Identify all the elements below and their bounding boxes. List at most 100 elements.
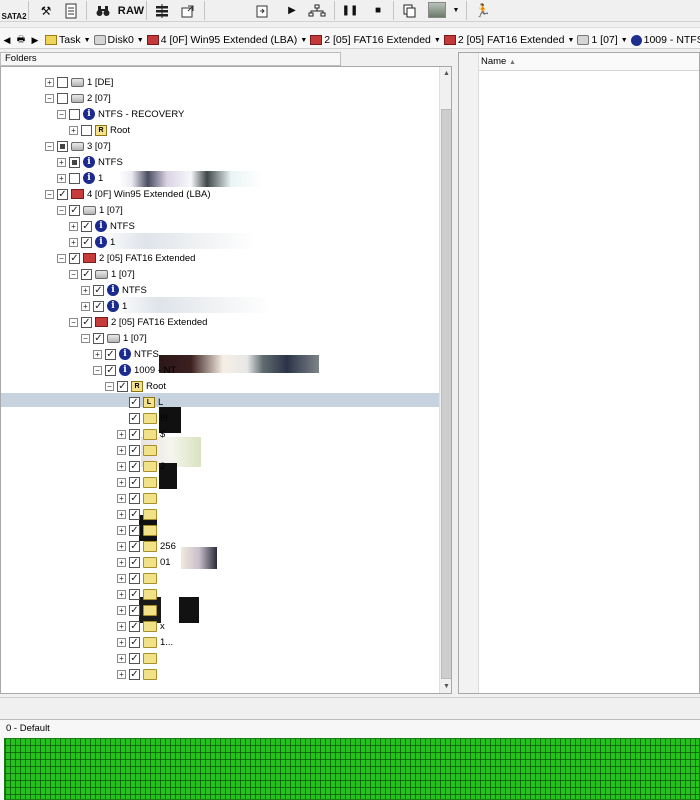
expand-icon[interactable]: +: [81, 301, 90, 311]
expand-icon[interactable]: +: [93, 349, 102, 359]
tree-checkbox[interactable]: ✓: [105, 348, 116, 360]
collapse-icon[interactable]: −: [93, 365, 102, 375]
expand-icon[interactable]: +: [117, 493, 126, 503]
run-icon[interactable]: 🏃: [474, 0, 492, 21]
stack-icon[interactable]: [152, 0, 172, 21]
network-icon[interactable]: [306, 0, 328, 21]
tree-checkbox[interactable]: ✓: [129, 492, 140, 504]
play-icon[interactable]: ▶: [284, 0, 300, 21]
breadcrumb-item-disk[interactable]: Disk0 ▼: [91, 34, 144, 46]
tree-checkbox[interactable]: ✓: [93, 284, 104, 296]
tree-node-row[interactable]: + ✓ i NTFS: [93, 346, 159, 362]
tree-checkbox[interactable]: ✓: [117, 380, 128, 392]
tree-checkbox[interactable]: ✓: [93, 300, 104, 312]
collapse-icon[interactable]: −: [57, 109, 66, 119]
expand-icon[interactable]: +: [117, 621, 126, 631]
dropdown-icon[interactable]: ▼: [450, 0, 462, 21]
tree-checkbox[interactable]: [57, 92, 68, 104]
tree-folder-row[interactable]: + ✓: [117, 490, 160, 506]
tree-node-row[interactable]: − ✓ i 1009 - NT: [93, 362, 176, 378]
collapse-icon[interactable]: −: [45, 93, 54, 103]
tree-checkbox[interactable]: ✓: [129, 668, 140, 680]
tree-node-row[interactable]: +1 [DE]: [45, 74, 113, 90]
column-header-name[interactable]: Name ▲: [479, 53, 699, 71]
tree-node-row[interactable]: − i NTFS - RECOVERY: [57, 106, 184, 122]
expand-icon[interactable]: +: [117, 509, 126, 519]
tree-checkbox[interactable]: ✓: [129, 428, 140, 440]
collapse-icon[interactable]: −: [81, 333, 90, 343]
tools-icon[interactable]: ⚒: [36, 0, 56, 21]
tree-node-row[interactable]: − 2 [07]: [45, 90, 111, 106]
tree-checkbox[interactable]: [69, 156, 80, 168]
expand-icon[interactable]: +: [45, 77, 54, 87]
tree-node-row[interactable]: − ✓ 1 [07]: [81, 330, 147, 346]
tree-checkbox[interactable]: [69, 172, 80, 184]
tree-folder-row[interactable]: + ✓: [117, 442, 160, 458]
tree-checkbox[interactable]: [69, 108, 80, 120]
tree-checkbox[interactable]: ✓: [129, 556, 140, 568]
collapse-icon[interactable]: −: [57, 253, 66, 263]
tree-checkbox[interactable]: ✓: [129, 444, 140, 456]
tree-node-row[interactable]: − 3 [07]: [45, 138, 111, 154]
tree-checkbox[interactable]: ✓: [93, 332, 104, 344]
tree-folder-row[interactable]: + ✓: [117, 506, 160, 522]
forward-icon[interactable]: ▶: [28, 35, 42, 46]
tree-node-row[interactable]: − ✓ 4 [0F] Win95 Extended (LBA): [45, 186, 211, 202]
collapse-icon[interactable]: −: [45, 141, 54, 151]
tree-node-row[interactable]: + ✓ i NTFS: [69, 218, 135, 234]
tree-node-row[interactable]: ✓ L L: [117, 394, 163, 410]
expand-icon[interactable]: +: [117, 525, 126, 535]
tree-checkbox[interactable]: ✓: [57, 188, 68, 200]
tree-node-row[interactable]: − ✓ 2 [05] FAT16 Extended: [57, 250, 195, 266]
scroll-down-icon[interactable]: ▼: [440, 680, 451, 693]
tree-checkbox[interactable]: ✓: [129, 460, 140, 472]
tree-checkbox[interactable]: ✓: [129, 524, 140, 536]
tree-checkbox[interactable]: ✓: [129, 588, 140, 600]
expand-icon[interactable]: +: [117, 573, 126, 583]
scroll-thumb[interactable]: [441, 109, 451, 679]
scroll-up-icon[interactable]: ▲: [440, 67, 451, 80]
expand-icon[interactable]: +: [117, 589, 126, 599]
tree-node-row[interactable]: − ✓ R Root: [105, 378, 166, 394]
tree-node-row[interactable]: + ✓ i 1: [69, 234, 115, 250]
tree-folder-row[interactable]: + ✓ $: [117, 426, 165, 442]
tree-checkbox[interactable]: ✓: [129, 508, 140, 520]
tree-folder-row[interactable]: + ✓ x: [117, 618, 165, 634]
breadcrumb-item-partition-2a[interactable]: 2 [05] FAT16 Extended ▼: [307, 34, 441, 46]
tree-checkbox[interactable]: ✓: [129, 652, 140, 664]
tree-folder-row[interactable]: + ✓ 1...: [117, 634, 173, 650]
tree-folder-row[interactable]: + ✓: [117, 650, 160, 666]
tree-node-row[interactable]: − ✓ 1 [07]: [57, 202, 123, 218]
breadcrumb-item-partition-4[interactable]: 4 [0F] Win95 Extended (LBA) ▼: [144, 34, 307, 46]
tree-checkbox[interactable]: [57, 76, 68, 88]
tree-checkbox[interactable]: [81, 124, 92, 136]
tree-folder-row[interactable]: + ✓ 01: [117, 554, 171, 570]
tree-folder-row[interactable]: + ✓: [117, 474, 160, 490]
collapse-icon[interactable]: −: [57, 205, 66, 215]
tree-folder-row[interactable]: + ✓: [117, 586, 160, 602]
pause-icon[interactable]: ❚❚: [342, 0, 359, 21]
tree-node-row[interactable]: − ✓ 2 [05] FAT16 Extended: [69, 314, 207, 330]
tree-checkbox[interactable]: ✓: [129, 636, 140, 648]
tree-node-row[interactable]: + ✓ i 1: [81, 298, 127, 314]
expand-icon[interactable]: +: [117, 541, 126, 551]
collapse-icon[interactable]: −: [69, 317, 78, 327]
tree-node-row[interactable]: − ✓ 1 [07]: [69, 266, 135, 282]
expand-icon[interactable]: +: [117, 461, 126, 471]
collapse-icon[interactable]: −: [45, 189, 54, 199]
sector-map-grid[interactable]: [4, 738, 700, 800]
binoculars-icon[interactable]: [93, 0, 113, 21]
export-icon[interactable]: [252, 0, 272, 21]
breadcrumb-item-task[interactable]: Task ▼: [42, 34, 91, 46]
tree-toggle-icon[interactable]: 🖶: [14, 32, 28, 48]
expand-icon[interactable]: +: [57, 173, 66, 183]
tree-node-row[interactable]: + R Root: [69, 122, 130, 138]
file-list-pane[interactable]: Name ▲: [458, 52, 700, 694]
folder-tree[interactable]: +1 [DE] −2 [07] − i NTFS - RECOVERY + R Root −3 …: [0, 66, 452, 694]
tree-checkbox[interactable]: [57, 140, 68, 152]
expand-icon[interactable]: +: [69, 221, 78, 231]
tree-checkbox[interactable]: ✓: [81, 236, 92, 248]
tree-checkbox[interactable]: ✓: [129, 396, 140, 408]
thumbnail-icon[interactable]: [428, 2, 446, 18]
expand-icon[interactable]: +: [69, 125, 78, 135]
